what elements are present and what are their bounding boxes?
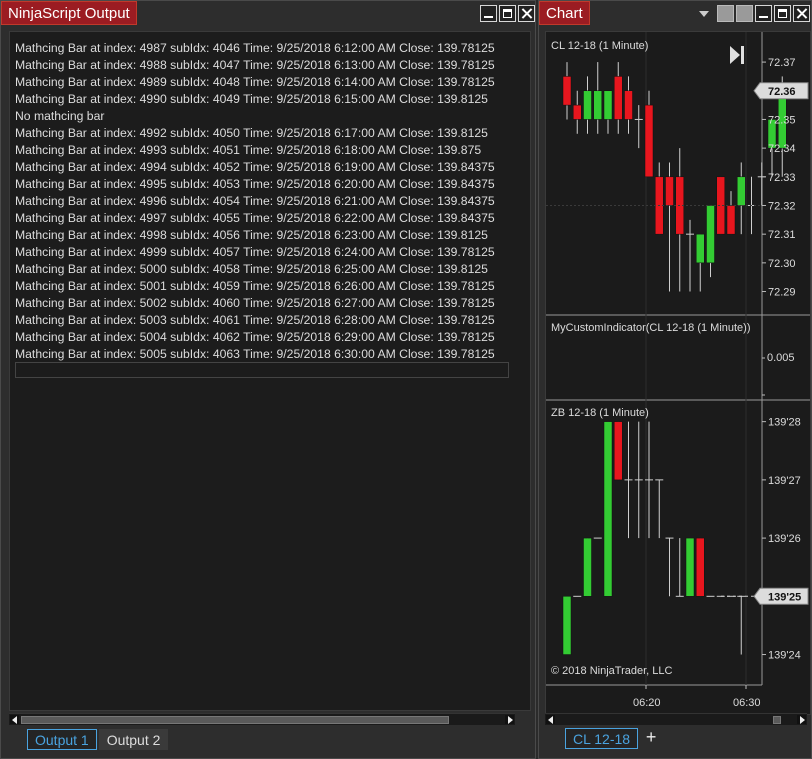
minimize-icon[interactable] xyxy=(755,5,772,22)
cl-panel-title: CL 12-18 (1 Minute) xyxy=(551,40,648,52)
bar-body xyxy=(665,176,674,206)
chart-horizontal-scrollbar[interactable] xyxy=(545,713,807,725)
ninjascript-output-window: NinjaScript Output Mathcing Bar at index… xyxy=(0,0,536,759)
log-line: Mathcing Bar at index: 5000 subIdx: 4058… xyxy=(15,262,488,276)
log-line: Mathcing Bar at index: 4999 subIdx: 4057… xyxy=(15,245,495,259)
log-line: Mathcing Bar at index: 4994 subIdx: 4052… xyxy=(15,160,495,174)
scroll-to-end-icon[interactable] xyxy=(730,46,744,64)
copyright-label: © 2018 NinjaTrader, LLC xyxy=(551,665,672,677)
tile-right-icon[interactable] xyxy=(736,5,753,22)
bar-body xyxy=(706,205,715,264)
bar-body xyxy=(562,596,572,655)
tab-output-1[interactable]: Output 1 xyxy=(27,729,97,750)
log-line: Mathcing Bar at index: 4992 subIdx: 4050… xyxy=(15,126,488,140)
last-price-marker: 72.36 xyxy=(753,82,809,100)
chart-window-controls xyxy=(699,5,810,22)
chart-area[interactable]: 72.37 72.35 72.34 72.33 72.32 72.31 72.30 72.29… xyxy=(545,31,811,715)
last-price-label: 72.36 xyxy=(768,86,796,98)
axis-tick-label: 72.32 xyxy=(768,200,796,212)
maximize-icon[interactable] xyxy=(774,5,791,22)
bar-body xyxy=(737,176,746,206)
bar-body xyxy=(644,104,654,178)
maximize-icon[interactable] xyxy=(499,5,516,22)
bar-body xyxy=(685,537,695,597)
log-line: Mathcing Bar at index: 5005 subIdx: 4063… xyxy=(15,347,495,361)
log-line: Mathcing Bar at index: 4988 subIdx: 4047… xyxy=(15,58,495,72)
log-line: No mathcing bar xyxy=(15,109,105,123)
axis-tick-label: 139'28 xyxy=(768,417,801,429)
cl-price-bars xyxy=(546,62,787,292)
x-tick-label: 06:20 xyxy=(633,697,661,709)
axis-tick-label: 72.30 xyxy=(768,258,796,270)
log-line: Mathcing Bar at index: 4995 subIdx: 4053… xyxy=(15,177,495,191)
bar-body xyxy=(593,90,602,120)
scrollbar-thumb[interactable] xyxy=(21,716,449,724)
chart-window: Chart 72.37 72.35 72.34 72.33 72.32 72.31 72.3… xyxy=(538,0,812,759)
output-window-title[interactable]: NinjaScript Output xyxy=(1,1,137,25)
bar-body xyxy=(603,421,613,597)
bar-body xyxy=(583,537,592,597)
log-lines: Mathcing Bar at index: 4987 subIdx: 4046… xyxy=(15,40,526,363)
bar-body xyxy=(583,90,592,120)
output-tabs: Output 1 Output 2 xyxy=(27,729,169,750)
log-line: Mathcing Bar at index: 4998 subIdx: 4056… xyxy=(15,228,488,242)
close-icon[interactable] xyxy=(518,5,535,22)
output-horizontal-scrollbar[interactable] xyxy=(9,713,515,725)
chart-canvas[interactable]: 72.37 72.35 72.34 72.33 72.32 72.31 72.30 72.29… xyxy=(546,32,810,714)
scroll-left-icon[interactable] xyxy=(546,715,555,724)
bar-body xyxy=(614,421,623,481)
tile-left-icon[interactable] xyxy=(717,5,734,22)
axis-tick-label: 139'27 xyxy=(768,475,801,487)
axis-tick-label: 139'26 xyxy=(768,533,801,545)
axis-tick-label: 72.35 xyxy=(768,114,796,126)
close-icon[interactable] xyxy=(793,5,810,22)
log-line: Mathcing Bar at index: 5004 subIdx: 4062… xyxy=(15,330,495,344)
indicator-panel-title: MyCustomIndicator(CL 12-18 (1 Minute)) xyxy=(551,322,751,334)
log-line: Mathcing Bar at index: 4993 subIdx: 4051… xyxy=(15,143,482,157)
x-tick-label: 06:30 xyxy=(733,697,761,709)
time-axis: 06:20 06:30 xyxy=(633,685,761,709)
scroll-right-icon[interactable] xyxy=(505,715,514,724)
log-line: Mathcing Bar at index: 5002 subIdx: 4060… xyxy=(15,296,495,310)
axis-tick-label: 139'24 xyxy=(768,650,801,662)
indicator-axis-tick: 0.005 xyxy=(767,352,795,364)
axis-tick-label: 72.34 xyxy=(768,143,796,155)
zb-panel-title: ZB 12-18 (1 Minute) xyxy=(551,407,649,419)
scroll-right-icon[interactable] xyxy=(797,715,806,724)
output-input-field[interactable] xyxy=(15,362,509,378)
log-line: Mathcing Bar at index: 4989 subIdx: 4048… xyxy=(15,75,495,89)
add-tab-button[interactable]: + xyxy=(640,728,663,749)
chart-window-title[interactable]: Chart xyxy=(539,1,590,25)
log-line: Mathcing Bar at index: 4987 subIdx: 4046… xyxy=(15,41,495,55)
axis-tick-label: 72.31 xyxy=(768,229,796,241)
log-line: Mathcing Bar at index: 4997 subIdx: 4055… xyxy=(15,211,495,225)
scrollbar-thumb[interactable] xyxy=(773,716,781,724)
output-text-area[interactable]: Mathcing Bar at index: 4987 subIdx: 4046… xyxy=(9,31,531,711)
tab-cl-12-18[interactable]: CL 12-18 xyxy=(565,728,639,749)
bar-body xyxy=(562,76,572,106)
log-line: Mathcing Bar at index: 4996 subIdx: 4054… xyxy=(15,194,495,208)
chart-tabs: CL 12-18 + xyxy=(565,728,663,749)
tab-output-2[interactable]: Output 2 xyxy=(98,729,169,750)
scroll-left-icon[interactable] xyxy=(10,715,19,724)
axis-tick-label: 72.33 xyxy=(768,172,796,184)
minimize-icon[interactable] xyxy=(480,5,497,22)
output-window-controls xyxy=(480,5,535,22)
bar-body xyxy=(573,104,582,120)
log-line: Mathcing Bar at index: 5001 subIdx: 4059… xyxy=(15,279,495,293)
last-price-label: 139'25 xyxy=(768,591,801,603)
log-line: Mathcing Bar at index: 5003 subIdx: 4061… xyxy=(15,313,495,327)
last-price-marker: 139'25 xyxy=(753,587,809,605)
bar-body xyxy=(696,537,705,597)
bar-body xyxy=(603,90,613,120)
zb-price-bars xyxy=(562,421,762,655)
bar-body xyxy=(726,205,736,235)
bar-body xyxy=(614,76,623,120)
bar-body xyxy=(696,233,705,264)
axis-tick-label: 72.37 xyxy=(768,57,796,69)
chevron-down-icon[interactable] xyxy=(699,11,709,17)
axis-tick-label: 72.29 xyxy=(768,287,796,299)
log-line: Mathcing Bar at index: 4990 subIdx: 4049… xyxy=(15,92,488,106)
bar-body xyxy=(624,90,633,120)
